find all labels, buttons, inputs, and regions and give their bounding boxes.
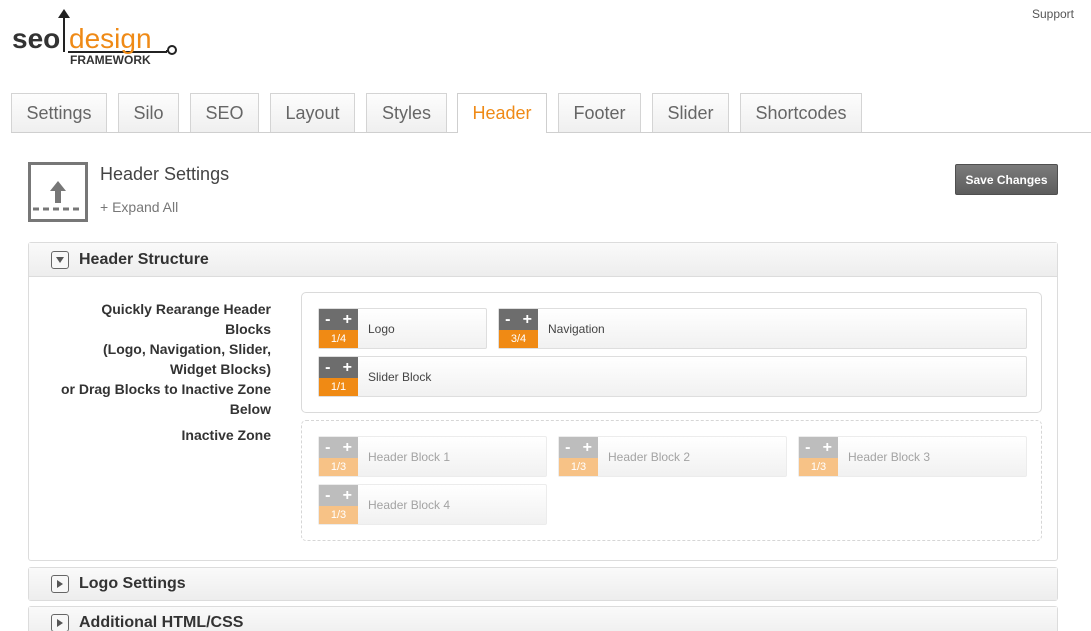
header-upload-icon [28,162,88,222]
support-link[interactable]: Support [1032,7,1074,21]
logo-settings-title: Logo Settings [79,575,186,592]
block-size: 3/4 [499,330,538,348]
block-label: Header Block 2 [608,449,691,464]
inactive-zone-label: Inactive Zone [181,427,271,443]
instruction-line: Quickly Rearange Header [101,301,271,317]
instruction-line: Widget Blocks) [170,361,271,377]
navigation-block[interactable]: - + 3/4 Navigation [498,308,1027,349]
tab-header[interactable]: Header [457,93,547,133]
header-block-1[interactable]: - + 1/3 Header Block 1 [318,436,547,477]
tab-footer[interactable]: Footer [558,93,641,132]
instruction-line: Blocks [225,321,271,337]
decrease-width-button[interactable]: - [505,311,510,328]
block-size: 1/4 [319,330,358,348]
increase-width-button[interactable]: + [523,311,532,328]
block-size: 1/1 [319,378,358,396]
increase-width-button[interactable]: + [343,487,352,504]
header-block-2[interactable]: - + 1/3 Header Block 2 [558,436,787,477]
page-title: Header Settings [100,164,230,184]
increase-width-button[interactable]: + [583,439,592,456]
header-block-3[interactable]: - + 1/3 Header Block 3 [798,436,1027,477]
tab-layout[interactable]: Layout [270,93,355,132]
tab-seo[interactable]: SEO [190,93,259,132]
block-label: Header Block 4 [368,497,451,512]
increase-width-button[interactable]: + [823,439,832,456]
chevron-down-icon [51,250,69,269]
increase-width-button[interactable]: + [343,359,352,376]
block-size: 1/3 [319,458,358,476]
instruction-line: or Drag Blocks to Inactive Zone [60,381,271,397]
header-structure-title: Header Structure [79,250,209,268]
chevron-right-icon [51,575,69,593]
tab-bar: Settings Silo SEO Layout Styles Header F… [11,93,1091,133]
block-size: 1/3 [799,458,838,476]
instruction-line: Below [229,401,271,417]
logo-design-text: design [69,23,152,54]
block-size: 1/3 [319,506,358,524]
block-label: Header Block 1 [368,449,451,464]
tab-settings[interactable]: Settings [11,93,107,132]
logo-block[interactable]: - + 1/4 Logo [318,308,487,349]
header-block-4[interactable]: - + 1/3 Header Block 4 [318,484,547,525]
increase-width-button[interactable]: + [343,439,352,456]
save-changes-button[interactable]: Save Changes [955,164,1058,195]
decrease-width-button[interactable]: - [325,359,330,376]
additional-html-toggle[interactable]: Additional HTML/CSS [29,607,1057,631]
rearrange-instructions: Quickly Rearange Header Blocks (Logo, Na… [40,299,271,419]
increase-width-button[interactable]: + [343,311,352,328]
expand-all-link[interactable]: + Expand All [100,199,178,215]
block-label: Slider Block [368,369,432,384]
tab-styles[interactable]: Styles [366,93,447,132]
decrease-width-button[interactable]: - [325,487,330,504]
block-size: 1/3 [559,458,598,476]
active-zone[interactable]: - + 1/4 Logo - + 3/4 Navigation - + 1/1 Sli… [301,292,1042,413]
tab-silo[interactable]: Silo [118,93,179,132]
decrease-width-button[interactable]: - [565,439,570,456]
slider-block[interactable]: - + 1/1 Slider Block [318,356,1027,397]
logo-settings-panel: Logo Settings [28,567,1058,601]
header-structure-toggle[interactable]: Header Structure [29,243,1057,277]
decrease-width-button[interactable]: - [805,439,810,456]
decrease-width-button[interactable]: - [325,439,330,456]
block-label: Navigation [548,321,605,336]
instruction-line: (Logo, Navigation, Slider, [102,341,271,357]
tab-shortcodes[interactable]: Shortcodes [740,93,862,132]
seo-design-framework-logo[interactable]: seo design FRAMEWORK [12,8,182,70]
inactive-zone[interactable]: - + 1/3 Header Block 1 - + 1/3 Header Bloc… [301,420,1042,541]
logo-seo-text: seo [12,23,60,54]
chevron-right-icon [51,614,69,631]
block-label: Header Block 3 [848,449,931,464]
block-label: Logo [368,321,395,336]
logo-settings-toggle[interactable]: Logo Settings [29,568,1057,600]
logo-subtitle: FRAMEWORK [70,53,151,67]
decrease-width-button[interactable]: - [325,311,330,328]
additional-html-panel: Additional HTML/CSS [28,606,1058,631]
tab-slider[interactable]: Slider [652,93,729,132]
additional-html-title: Additional HTML/CSS [79,614,244,631]
